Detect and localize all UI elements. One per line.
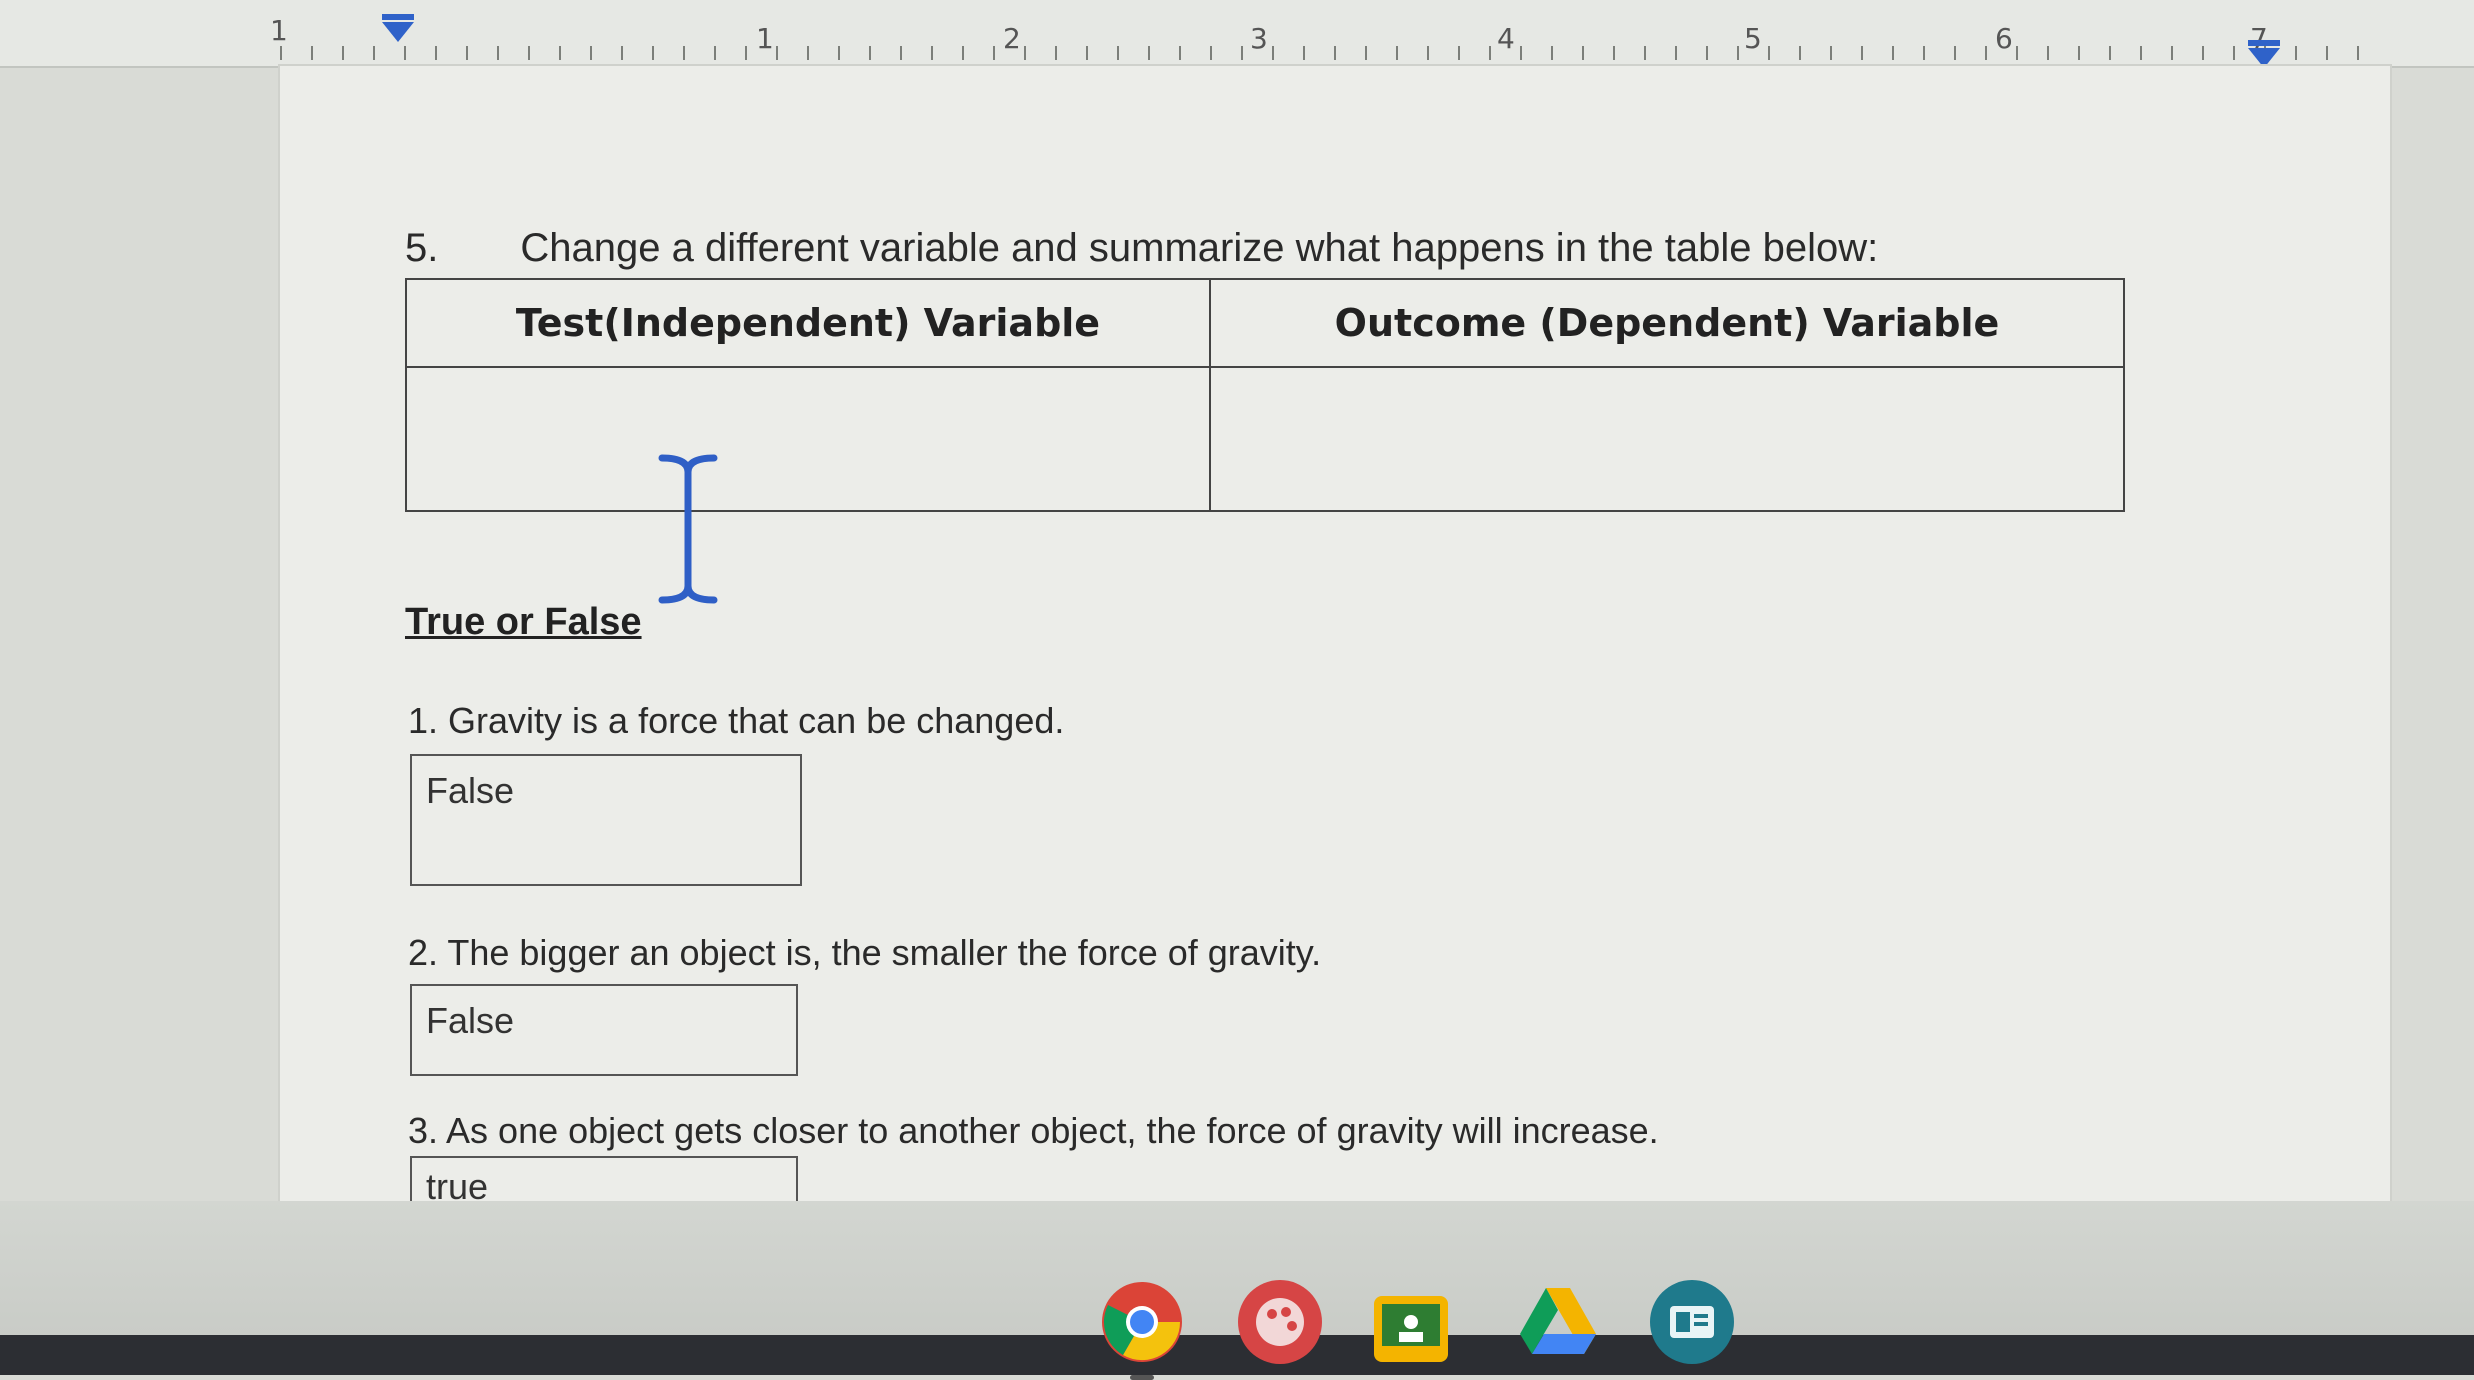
app-icon[interactable] (1650, 1280, 1734, 1364)
text-cursor-icon (658, 454, 718, 604)
ruler[interactable]: 1 1 2 3 4 5 6 7 (0, 0, 2474, 68)
palette-graphic (1256, 1298, 1304, 1346)
tf-answer-3: true (426, 1166, 489, 1201)
tf-answer-1: False (426, 770, 515, 811)
true-false-title: True or False (405, 601, 642, 643)
table-header-independent[interactable]: Test(Independent) Variable (405, 278, 1211, 368)
app-graphic (1670, 1306, 1714, 1338)
ruler-number: 3 (1250, 22, 1268, 55)
tf-question-2: 2. The bigger an object is, the smaller … (408, 932, 1322, 973)
tf-answer-box-1[interactable]: False (410, 754, 802, 886)
indent-marker-icon[interactable] (382, 14, 414, 42)
google-drive-icon[interactable] (1516, 1280, 1600, 1364)
table-header-dependent[interactable]: Outcome (Dependent) Variable (1209, 278, 2125, 368)
tf-question-3: 3. As one object gets closer to another … (408, 1110, 1659, 1151)
ruler-left-number: 1 (270, 14, 288, 47)
drive-graphic (1520, 1288, 1596, 1354)
table-cell-dependent[interactable] (1209, 366, 2125, 512)
shelf-edge (0, 1335, 2474, 1375)
chrome-icon-graphic (1102, 1282, 1182, 1362)
question-5: 5. Change a different variable and summa… (405, 226, 1878, 271)
question-5-number: 5. (405, 226, 439, 270)
tf-answer-box-3[interactable]: true (410, 1156, 798, 1201)
classroom-icon[interactable] (1374, 1296, 1448, 1362)
table-cell-independent[interactable] (405, 366, 1211, 512)
paint-palette-icon[interactable] (1238, 1280, 1322, 1364)
ruler-number: 6 (1995, 22, 2013, 55)
ruler-number: 1 (756, 22, 774, 55)
chrome-icon[interactable] (1100, 1280, 1184, 1380)
right-indent-marker-icon[interactable] (2248, 40, 2280, 68)
ruler-number: 5 (1744, 22, 1762, 55)
tf-question-1: 1. Gravity is a force that can be change… (408, 700, 1065, 741)
classroom-graphic (1382, 1304, 1440, 1346)
ruler-number: 2 (1003, 22, 1021, 55)
document-page[interactable]: 5. Change a different variable and summa… (280, 66, 2390, 1201)
question-5-text: Change a different variable and summariz… (520, 226, 1879, 270)
tf-answer-2: False (426, 1000, 515, 1041)
ruler-ticks (280, 46, 2384, 60)
ruler-number: 4 (1497, 22, 1515, 55)
tf-answer-box-2[interactable]: False (410, 984, 798, 1076)
